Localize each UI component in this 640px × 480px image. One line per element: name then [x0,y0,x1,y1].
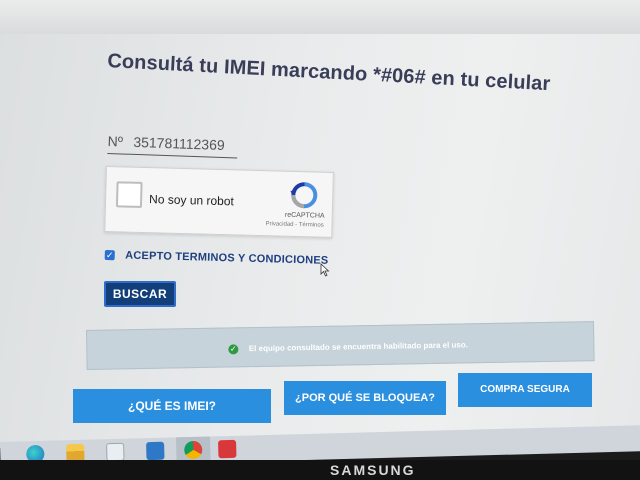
why-blocked-button[interactable]: ¿POR QUÉ SE BLOQUEA? [284,381,446,415]
screen-glare [0,0,640,34]
what-is-imei-button[interactable]: ¿QUÉ ES IMEI? [73,389,271,423]
search-button[interactable]: BUSCAR [104,281,176,307]
terms-row[interactable]: ✓ ACEPTO TERMINOS Y CONDICIONES [104,246,329,270]
imei-value: 351781112369 [133,133,225,154]
check-circle-icon: ✓ [228,344,239,355]
recaptcha-label: No soy un robot [148,192,235,209]
monitor-bezel [0,460,640,480]
imei-prefix: Nº [107,133,124,150]
page-title: Consultá tu IMEI marcando *#06# en tu ce… [106,50,551,96]
recaptcha-links[interactable]: Privacidad - Términos [265,221,323,229]
status-banner: ✓ El equipo consultado se encuentra habi… [86,321,595,370]
status-message: El equipo consultado se encuentra habili… [248,340,469,354]
recaptcha-checkbox[interactable] [115,181,143,208]
imei-input[interactable]: Nº 351781112369 [107,133,238,159]
terms-label: ACEPTO TERMINOS Y CONDICIONES [125,249,329,267]
recaptcha-logo-icon [290,182,318,209]
recaptcha-brand: reCAPTCHA [284,211,325,220]
mail-icon[interactable] [146,441,165,461]
safe-purchase-button[interactable]: COMPRA SEGURA [458,373,592,407]
terms-checkbox[interactable]: ✓ [104,249,115,261]
anydesk-icon[interactable] [218,439,237,459]
browser-page: Consultá tu IMEI marcando *#06# en tu ce… [0,0,640,448]
mouse-cursor-icon [320,263,330,277]
recaptcha-widget: No soy un robot reCAPTCHA Privacidad - T… [104,166,334,238]
monitor-brand-logo: SAMSUNG [330,462,416,478]
store-icon[interactable] [106,442,125,462]
